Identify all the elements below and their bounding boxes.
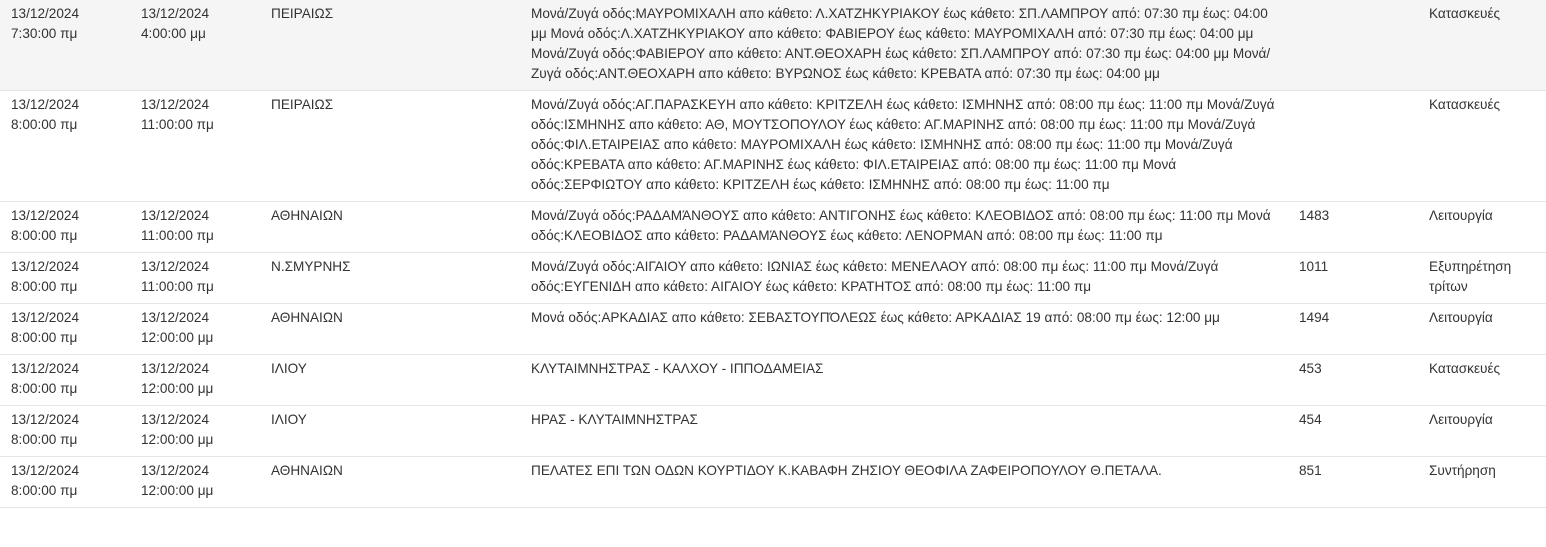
end-time: 12:00:00 μμ bbox=[141, 432, 214, 447]
end-time: 4:00:00 μμ bbox=[141, 26, 206, 41]
number-cell: 454 bbox=[1299, 405, 1429, 457]
area-cell: ΙΛΙΟΥ bbox=[260, 405, 520, 457]
description-cell: Μονά/Ζυγά οδός:ΜΑΥΡΟΜΙΧΑΛΗ απο κάθετο: Λ… bbox=[520, 0, 1299, 91]
end-cell: 13/12/2024 11:00:00 πμ bbox=[130, 252, 260, 304]
end-date: 13/12/2024 bbox=[141, 412, 210, 427]
start-date: 13/12/2024 bbox=[11, 6, 80, 21]
area-cell: ΑΘΗΝΑΙΩΝ bbox=[260, 201, 520, 253]
description-cell: ΗΡΑΣ - ΚΛΥΤΑΙΜΝΗΣΤΡΑΣ bbox=[520, 405, 1299, 457]
area-cell: ΑΘΗΝΑΙΩΝ bbox=[260, 456, 520, 508]
table-row: 13/12/2024 8:00:00 πμ 13/12/2024 12:00:00 … bbox=[0, 303, 1546, 355]
table-row: 13/12/2024 8:00:00 πμ 13/12/2024 12:00:00 … bbox=[0, 354, 1546, 406]
table-row: 13/12/2024 7:30:00 πμ 13/12/2024 4:00:00 μ… bbox=[0, 0, 1546, 91]
end-date: 13/12/2024 bbox=[141, 6, 210, 21]
description-cell: ΠΕΛΑΤΕΣ ΕΠΙ ΤΩΝ ΟΔΩΝ ΚΟΥΡΤΙΔΟΥ Κ.ΚΑΒΑΦΗ … bbox=[520, 456, 1299, 508]
area-cell: ΑΘΗΝΑΙΩΝ bbox=[260, 303, 520, 355]
start-date: 13/12/2024 bbox=[11, 310, 80, 325]
end-time: 11:00:00 πμ bbox=[141, 228, 214, 243]
start-cell: 13/12/2024 7:30:00 πμ bbox=[0, 0, 130, 91]
description-cell: Μονά/Ζυγά οδός:ΑΙΓΑΙΟΥ απο κάθετο: ΙΩΝΙΑ… bbox=[520, 252, 1299, 304]
end-time: 12:00:00 μμ bbox=[141, 483, 214, 498]
reason-cell: Κατασκευές bbox=[1429, 90, 1546, 202]
start-cell: 13/12/2024 8:00:00 πμ bbox=[0, 90, 130, 202]
reason-cell: Κατασκευές bbox=[1429, 0, 1546, 91]
area-cell: ΠΕΙΡΑΙΩΣ bbox=[260, 0, 520, 91]
start-date: 13/12/2024 bbox=[11, 361, 80, 376]
end-time: 12:00:00 μμ bbox=[141, 381, 214, 396]
start-cell: 13/12/2024 8:00:00 πμ bbox=[0, 354, 130, 406]
number-cell: 1011 bbox=[1299, 252, 1429, 304]
reason-cell: Συντήρηση bbox=[1429, 456, 1546, 508]
number-cell: 851 bbox=[1299, 456, 1429, 508]
end-cell: 13/12/2024 11:00:00 πμ bbox=[130, 90, 260, 202]
end-date: 13/12/2024 bbox=[141, 361, 210, 376]
start-time: 8:00:00 πμ bbox=[11, 483, 78, 498]
end-date: 13/12/2024 bbox=[141, 208, 210, 223]
end-date: 13/12/2024 bbox=[141, 463, 210, 478]
description-cell: Μονά/Ζυγά οδός:ΡΑΔΑΜΆΝΘΟΥΣ απο κάθετο: Α… bbox=[520, 201, 1299, 253]
start-date: 13/12/2024 bbox=[11, 463, 80, 478]
start-cell: 13/12/2024 8:00:00 πμ bbox=[0, 405, 130, 457]
table-row: 13/12/2024 8:00:00 πμ 13/12/2024 11:00:00 … bbox=[0, 90, 1546, 202]
number-cell: 453 bbox=[1299, 354, 1429, 406]
start-date: 13/12/2024 bbox=[11, 208, 80, 223]
start-time: 8:00:00 πμ bbox=[11, 228, 78, 243]
reason-cell: Λειτουργία bbox=[1429, 405, 1546, 457]
start-date: 13/12/2024 bbox=[11, 259, 80, 274]
start-time: 8:00:00 πμ bbox=[11, 330, 78, 345]
reason-cell: Εξυπηρέτηση τρίτων bbox=[1429, 252, 1546, 304]
end-cell: 13/12/2024 12:00:00 μμ bbox=[130, 405, 260, 457]
end-date: 13/12/2024 bbox=[141, 97, 210, 112]
number-cell: 1483 bbox=[1299, 201, 1429, 253]
start-date: 13/12/2024 bbox=[11, 97, 80, 112]
start-time: 7:30:00 πμ bbox=[11, 26, 78, 41]
start-cell: 13/12/2024 8:00:00 πμ bbox=[0, 456, 130, 508]
number-cell bbox=[1299, 0, 1429, 91]
number-cell bbox=[1299, 90, 1429, 202]
table-row: 13/12/2024 8:00:00 πμ 13/12/2024 11:00:00 … bbox=[0, 201, 1546, 253]
description-cell: Μονά/Ζυγά οδός:ΑΓ.ΠΑΡΑΣΚΕΥΗ απο κάθετο: … bbox=[520, 90, 1299, 202]
end-date: 13/12/2024 bbox=[141, 259, 210, 274]
number-cell: 1494 bbox=[1299, 303, 1429, 355]
end-cell: 13/12/2024 12:00:00 μμ bbox=[130, 456, 260, 508]
start-cell: 13/12/2024 8:00:00 πμ bbox=[0, 201, 130, 253]
end-cell: 13/12/2024 4:00:00 μμ bbox=[130, 0, 260, 91]
reason-cell: Λειτουργία bbox=[1429, 303, 1546, 355]
outage-table: 13/12/2024 7:30:00 πμ 13/12/2024 4:00:00 μ… bbox=[0, 0, 1546, 508]
start-time: 8:00:00 πμ bbox=[11, 117, 78, 132]
table-row: 13/12/2024 8:00:00 πμ 13/12/2024 11:00:00 … bbox=[0, 252, 1546, 304]
description-cell: Μονά οδός:ΑΡΚΑΔΙΑΣ απο κάθετο: ΣΕΒΑΣΤΟΥΠ… bbox=[520, 303, 1299, 355]
end-time: 12:00:00 μμ bbox=[141, 330, 214, 345]
area-cell: Ν.ΣΜΥΡΝΗΣ bbox=[260, 252, 520, 304]
start-time: 8:00:00 πμ bbox=[11, 381, 78, 396]
start-time: 8:00:00 πμ bbox=[11, 432, 78, 447]
outage-table-body: 13/12/2024 7:30:00 πμ 13/12/2024 4:00:00 μ… bbox=[0, 0, 1546, 508]
end-date: 13/12/2024 bbox=[141, 310, 210, 325]
end-cell: 13/12/2024 12:00:00 μμ bbox=[130, 354, 260, 406]
start-time: 8:00:00 πμ bbox=[11, 279, 78, 294]
start-cell: 13/12/2024 8:00:00 πμ bbox=[0, 252, 130, 304]
area-cell: ΠΕΙΡΑΙΩΣ bbox=[260, 90, 520, 202]
reason-cell: Λειτουργία bbox=[1429, 201, 1546, 253]
end-time: 11:00:00 πμ bbox=[141, 117, 214, 132]
end-cell: 13/12/2024 11:00:00 πμ bbox=[130, 201, 260, 253]
start-cell: 13/12/2024 8:00:00 πμ bbox=[0, 303, 130, 355]
description-cell: ΚΛΥΤΑΙΜΝΗΣΤΡΑΣ - ΚΑΛΧΟΥ - ΙΠΠΟΔΑΜΕΙΑΣ bbox=[520, 354, 1299, 406]
start-date: 13/12/2024 bbox=[11, 412, 80, 427]
reason-cell: Κατασκευές bbox=[1429, 354, 1546, 406]
end-cell: 13/12/2024 12:00:00 μμ bbox=[130, 303, 260, 355]
table-row: 13/12/2024 8:00:00 πμ 13/12/2024 12:00:00 … bbox=[0, 405, 1546, 457]
end-time: 11:00:00 πμ bbox=[141, 279, 214, 294]
area-cell: ΙΛΙΟΥ bbox=[260, 354, 520, 406]
table-row: 13/12/2024 8:00:00 πμ 13/12/2024 12:00:00 … bbox=[0, 456, 1546, 508]
